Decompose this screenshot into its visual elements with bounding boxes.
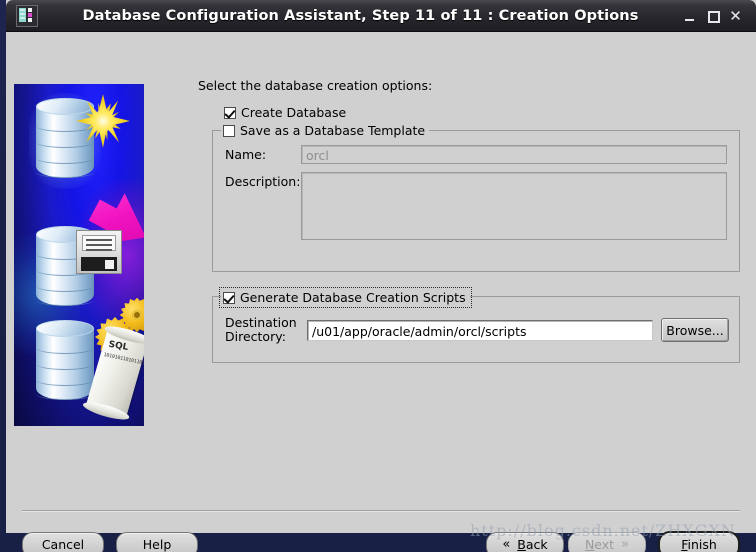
- cylinder-ring: [36, 388, 94, 400]
- save-as-template-checkbox-row[interactable]: Save as a Database Template: [221, 123, 430, 138]
- cylinder-ring: [36, 152, 94, 164]
- save-as-template-group: Save as a Database Template Name: orcl D…: [212, 123, 740, 272]
- cylinder-ring: [36, 374, 94, 386]
- back-button-label: Back: [517, 537, 548, 552]
- help-button[interactable]: Help: [116, 531, 198, 552]
- floppy-disk-icon: [76, 230, 122, 274]
- back-button[interactable]: « Back: [486, 531, 564, 552]
- destination-directory-input[interactable]: /u01/app/oracle/admin/orcl/scripts: [307, 319, 653, 341]
- finish-button[interactable]: Finish: [658, 530, 740, 552]
- create-database-checkbox-row[interactable]: Create Database: [224, 105, 740, 120]
- generate-scripts-checkbox[interactable]: [223, 291, 235, 304]
- destination-directory-label: Destination Directory:: [225, 316, 307, 344]
- save-as-template-label: Save as a Database Template: [240, 123, 426, 138]
- cylinder-ring: [36, 166, 94, 178]
- template-name-row: Name: orcl: [225, 145, 727, 164]
- window-title: Database Configuration Assistant, Step 1…: [82, 7, 639, 24]
- destination-directory-row: Destination Directory: /u01/app/oracle/a…: [225, 316, 729, 344]
- close-icon[interactable]: ✕: [729, 8, 742, 23]
- footer-separator: [22, 510, 740, 512]
- minimize-icon[interactable]: [683, 9, 696, 23]
- footer-button-bar: Cancel Help « Back Next » Finish: [6, 524, 756, 552]
- cylinder-ring: [36, 358, 94, 370]
- scroll-binary-text: 101010110101101010110101101010: [102, 351, 144, 376]
- template-description-input[interactable]: [301, 172, 727, 240]
- floppy-label: [82, 235, 116, 251]
- cylinder-ring: [36, 342, 94, 354]
- gear-icon: [124, 302, 144, 328]
- database-creation-illustration: SQL 101010110101101010110101101010: [14, 84, 144, 426]
- dbca-window: Database Configuration Assistant, Step 1…: [6, 0, 756, 552]
- maximize-icon[interactable]: [706, 9, 720, 23]
- chevron-right-icon: »: [621, 536, 630, 552]
- template-description-row: Description:: [225, 172, 727, 240]
- scroll-sql-label: SQL: [107, 339, 129, 353]
- destination-label-line1: Destination: [225, 315, 297, 330]
- footer-right-buttons: « Back Next » Finish: [486, 530, 740, 552]
- cylinder-ring: [36, 294, 94, 306]
- template-name-input[interactable]: orcl: [301, 145, 727, 164]
- next-button-label: Next: [584, 537, 615, 552]
- application-icon: [16, 4, 38, 27]
- template-name-label: Name:: [225, 147, 267, 162]
- window-controls: ✕: [683, 8, 742, 23]
- create-database-checkbox[interactable]: [224, 106, 236, 119]
- finish-button-label: Finish: [681, 537, 717, 552]
- window-content: SQL 101010110101101010110101101010 Selec…: [6, 32, 756, 552]
- page-instruction: Select the database creation options:: [198, 78, 433, 93]
- sql-scroll-icon: SQL 101010110101101010110101101010: [81, 323, 144, 423]
- destination-label-line2: Directory:: [225, 329, 286, 344]
- generate-scripts-group: Generate Database Creation Scripts Desti…: [212, 287, 740, 363]
- window-titlebar[interactable]: Database Configuration Assistant, Step 1…: [6, 0, 756, 32]
- cylinder-ring: [36, 280, 94, 292]
- creation-options-form: Select the database creation options: Cr…: [192, 78, 740, 363]
- sparkle-star-icon: [76, 94, 130, 148]
- save-as-template-checkbox[interactable]: [223, 124, 235, 137]
- generate-scripts-checkbox-row[interactable]: Generate Database Creation Scripts: [219, 287, 472, 308]
- cancel-button[interactable]: Cancel: [22, 531, 104, 552]
- database-cylinder-bottom: [36, 320, 94, 412]
- floppy-shutter: [81, 257, 117, 271]
- create-database-label: Create Database: [241, 105, 347, 120]
- template-description-label: Description:: [225, 174, 301, 189]
- generate-scripts-label: Generate Database Creation Scripts: [240, 290, 466, 305]
- cylinder-top-disc: [36, 320, 94, 337]
- next-button[interactable]: Next »: [568, 531, 646, 552]
- desktop-background: Database Configuration Assistant, Step 1…: [0, 0, 756, 552]
- browse-button[interactable]: Browse...: [661, 318, 729, 342]
- footer-left-buttons: Cancel Help: [22, 531, 198, 552]
- chevron-left-icon: «: [502, 536, 511, 552]
